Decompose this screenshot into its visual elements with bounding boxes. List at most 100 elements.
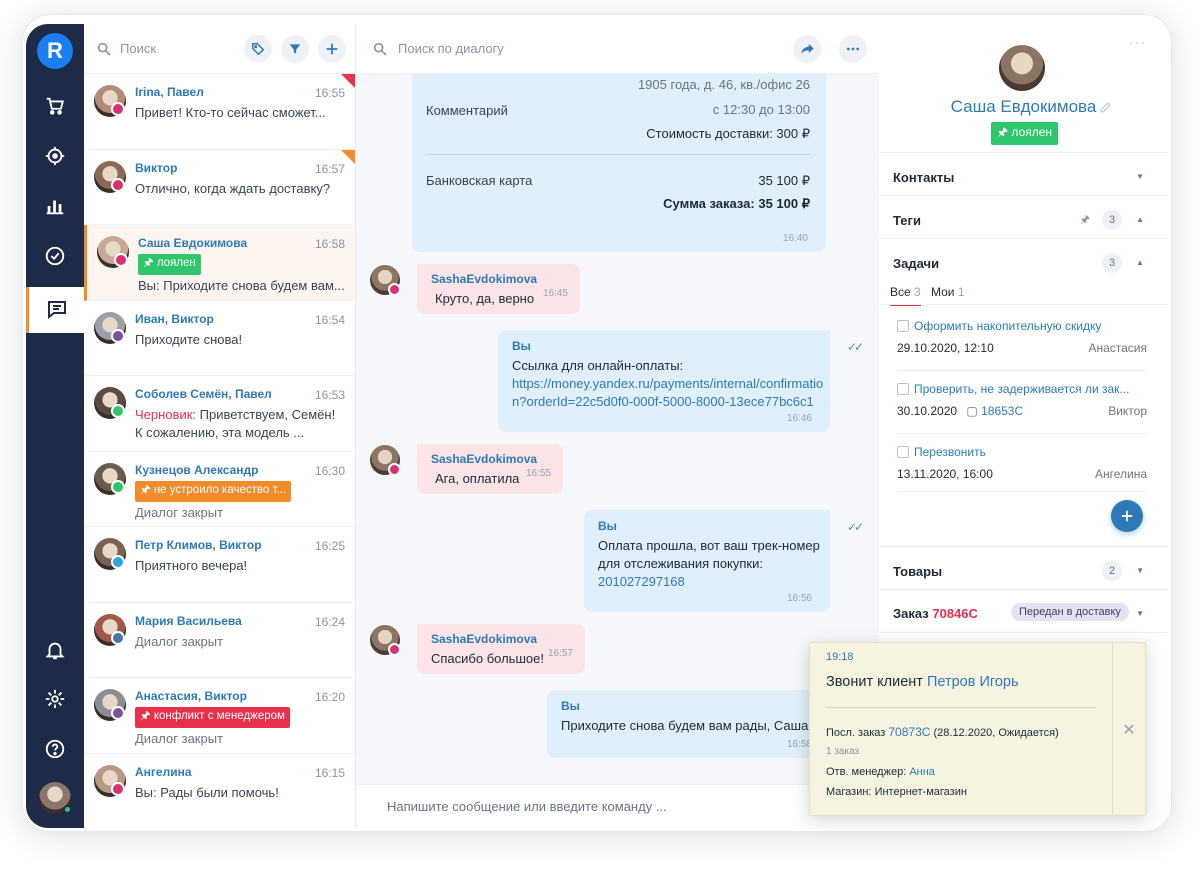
tags-section[interactable]: Теги 🖈 3 ▲	[879, 195, 1168, 238]
filter-button[interactable]	[281, 34, 309, 63]
message-text: Приходите снова будем вам рады, Саша!	[561, 718, 812, 733]
gear-icon[interactable]	[26, 679, 84, 719]
task-order-link[interactable]: 18653С	[981, 404, 1023, 418]
conversation-item[interactable]: Кузнецов Александр 16:30 🖈 не устроило кач…	[84, 452, 355, 527]
conversation-item[interactable]: Петр Климов, Виктор 16:25 Приятного вечера…	[84, 527, 355, 603]
last-order-link[interactable]: 70873С	[888, 725, 930, 739]
order-section[interactable]: Заказ 70846С Передан в доставку ▼	[879, 589, 1168, 632]
contact-name: Иван, Виктор	[135, 311, 214, 326]
vk-icon	[111, 630, 125, 645]
message-time: 16:57	[547, 648, 573, 659]
call-title: Звонит клиент Петров Игорь	[826, 674, 1019, 690]
contact-name: Анастасия, Виктор	[135, 689, 247, 703]
target-icon[interactable]	[26, 136, 84, 176]
last-message: Приходите снова!	[135, 331, 243, 347]
online-status-dot	[63, 805, 72, 814]
profile-tag[interactable]: 🖈 лоялен	[991, 122, 1059, 145]
chevron-down-icon[interactable]: ▼	[1136, 609, 1144, 618]
manager-link[interactable]: Анна	[909, 766, 935, 778]
help-icon[interactable]	[26, 729, 84, 769]
task-date: 30.10.2020	[897, 404, 958, 418]
payment-link-cont[interactable]: n?orderId=22c5d0f0-000f-5000-8000-13ece7…	[512, 394, 814, 409]
logo[interactable]: R	[37, 33, 73, 69]
contact-name: Irina, Павел	[135, 85, 204, 99]
conversation-item[interactable]: Анастасия, Виктор 16:20 🖈 конфликт с менед…	[84, 678, 355, 754]
tag-filter-button[interactable]	[244, 34, 272, 63]
contact-name: Ангелина	[135, 764, 192, 779]
forward-button[interactable]	[793, 34, 821, 63]
add-task-button[interactable]	[1111, 500, 1143, 532]
instagram-icon	[114, 253, 128, 267]
goods-section[interactable]: Товары 2 ▼	[879, 546, 1168, 589]
order-number[interactable]: 70846С	[932, 606, 978, 621]
order-summary-message: 1905 года, д. 46, кв./офис 26 Комментари…	[412, 74, 826, 252]
call-client-link[interactable]: Петров Игорь	[927, 674, 1019, 690]
conversation-item[interactable]: Соболев Семён, Павел 16:53 Черновик: Приве…	[84, 376, 355, 452]
plus-icon	[1121, 510, 1133, 522]
last-message: Черновик: Приветствуем, Семён!	[135, 407, 345, 422]
bell-icon[interactable]	[26, 630, 84, 670]
task-item[interactable]: Оформить накопительную скидку 29.10.2020…	[897, 319, 1147, 355]
more-button[interactable]	[839, 34, 867, 63]
edit-icon[interactable]	[1099, 101, 1112, 114]
contacts-section[interactable]: Контакты ▼	[879, 152, 1168, 195]
delivery-cost: Стоимость доставки: 300 ₽	[646, 126, 810, 141]
conversation-item[interactable]: Иван, Виктор 16:54 Приходите снова!	[84, 301, 355, 376]
task-item[interactable]: Перезвонить 13.11.2020, 16:00 Ангелина	[897, 445, 1147, 481]
task-item[interactable]: Проверить, не задерживается ли зак... 30…	[897, 382, 1147, 418]
task-date: 29.10.2020, 12:10	[897, 341, 994, 355]
conversation-item[interactable]: Ангелина 16:15 Вы: Рады были помочь!	[84, 754, 355, 829]
order-icon: ▢	[966, 404, 978, 418]
tracking-link[interactable]: 201027297168	[598, 574, 685, 589]
payment-link[interactable]: https://money.yandex.ru/payments/interna…	[512, 376, 823, 391]
task-checkbox[interactable]	[897, 446, 909, 458]
message-text: Ссылка для онлайн-оплаты:	[512, 358, 684, 373]
chevron-up-icon[interactable]: ▲	[1136, 258, 1144, 267]
chat-icon[interactable]	[26, 287, 84, 333]
instagram-icon	[388, 283, 401, 296]
add-conversation-button[interactable]	[318, 34, 346, 63]
close-icon[interactable]: ✕	[1112, 643, 1145, 817]
message-input[interactable]: Напишите сообщение или введите команду .…	[356, 784, 879, 828]
search-icon	[97, 42, 111, 56]
task-checkbox[interactable]	[897, 320, 909, 332]
task-checkbox[interactable]	[897, 383, 909, 395]
conversation-item[interactable]: Саша Евдокимова 16:58 🖈 лоялен Вы: Приходит…	[84, 225, 355, 301]
conversation-item[interactable]: Виктор 16:57 Отлично, когда ждать доставку…	[84, 149, 355, 225]
address-tail: 1905 года, д. 46, кв./офис 26	[637, 77, 810, 92]
section-divider	[879, 632, 1168, 633]
plus-icon	[326, 43, 338, 54]
draft-label: Черновик:	[135, 407, 197, 422]
task-title: Перезвонить	[914, 445, 986, 459]
chart-icon[interactable]	[26, 186, 84, 226]
tab-mine[interactable]: Мои 1	[931, 285, 965, 299]
shop-value: Интернет-магазин	[874, 786, 967, 798]
tab-all[interactable]: Все 3	[890, 285, 921, 306]
dialog-search-input[interactable]: Поиск по диалогу	[398, 41, 793, 56]
tasks-title: Задачи	[893, 256, 940, 271]
popup-divider	[826, 707, 1096, 708]
conversation-item[interactable]: Мария Васильева 16:24 Диалог закрыт	[84, 603, 355, 678]
conversation-time: 16:57	[314, 161, 345, 176]
tag-icon	[252, 42, 265, 55]
instagram-icon	[388, 643, 401, 656]
tab-mine-count: 1	[957, 285, 965, 299]
tasks-section: Задачи 3 ▲ Все 3 Мои 1	[879, 238, 1168, 318]
more-icon[interactable]: ···	[1129, 34, 1146, 50]
viber-icon	[111, 706, 125, 720]
sender-name: Вы	[561, 699, 580, 713]
profile-avatar	[999, 45, 1045, 91]
cart-icon[interactable]	[26, 86, 84, 126]
check-circle-icon[interactable]	[26, 236, 84, 276]
pin-icon[interactable]: 🖈	[1080, 211, 1090, 230]
conversation-search-input[interactable]: Поиск	[120, 41, 244, 56]
contact-name: Соболев Семён, Павел	[135, 387, 272, 401]
last-order-label: Посл. заказ	[826, 727, 886, 739]
message-in: SashaEvdokimova Спасибо большое! 16:57	[417, 624, 585, 674]
chevron-down-icon[interactable]: ▼	[1136, 566, 1144, 575]
tab-mine-label: Мои	[931, 285, 955, 299]
comment-value: с 12:30 до 13:00	[712, 102, 810, 117]
chevron-down-icon[interactable]: ▼	[1136, 172, 1144, 181]
chevron-up-icon[interactable]: ▲	[1136, 215, 1144, 224]
conversation-item[interactable]: Irina, Павел 16:55 Привет! Кто-то сейчас с…	[84, 74, 355, 150]
